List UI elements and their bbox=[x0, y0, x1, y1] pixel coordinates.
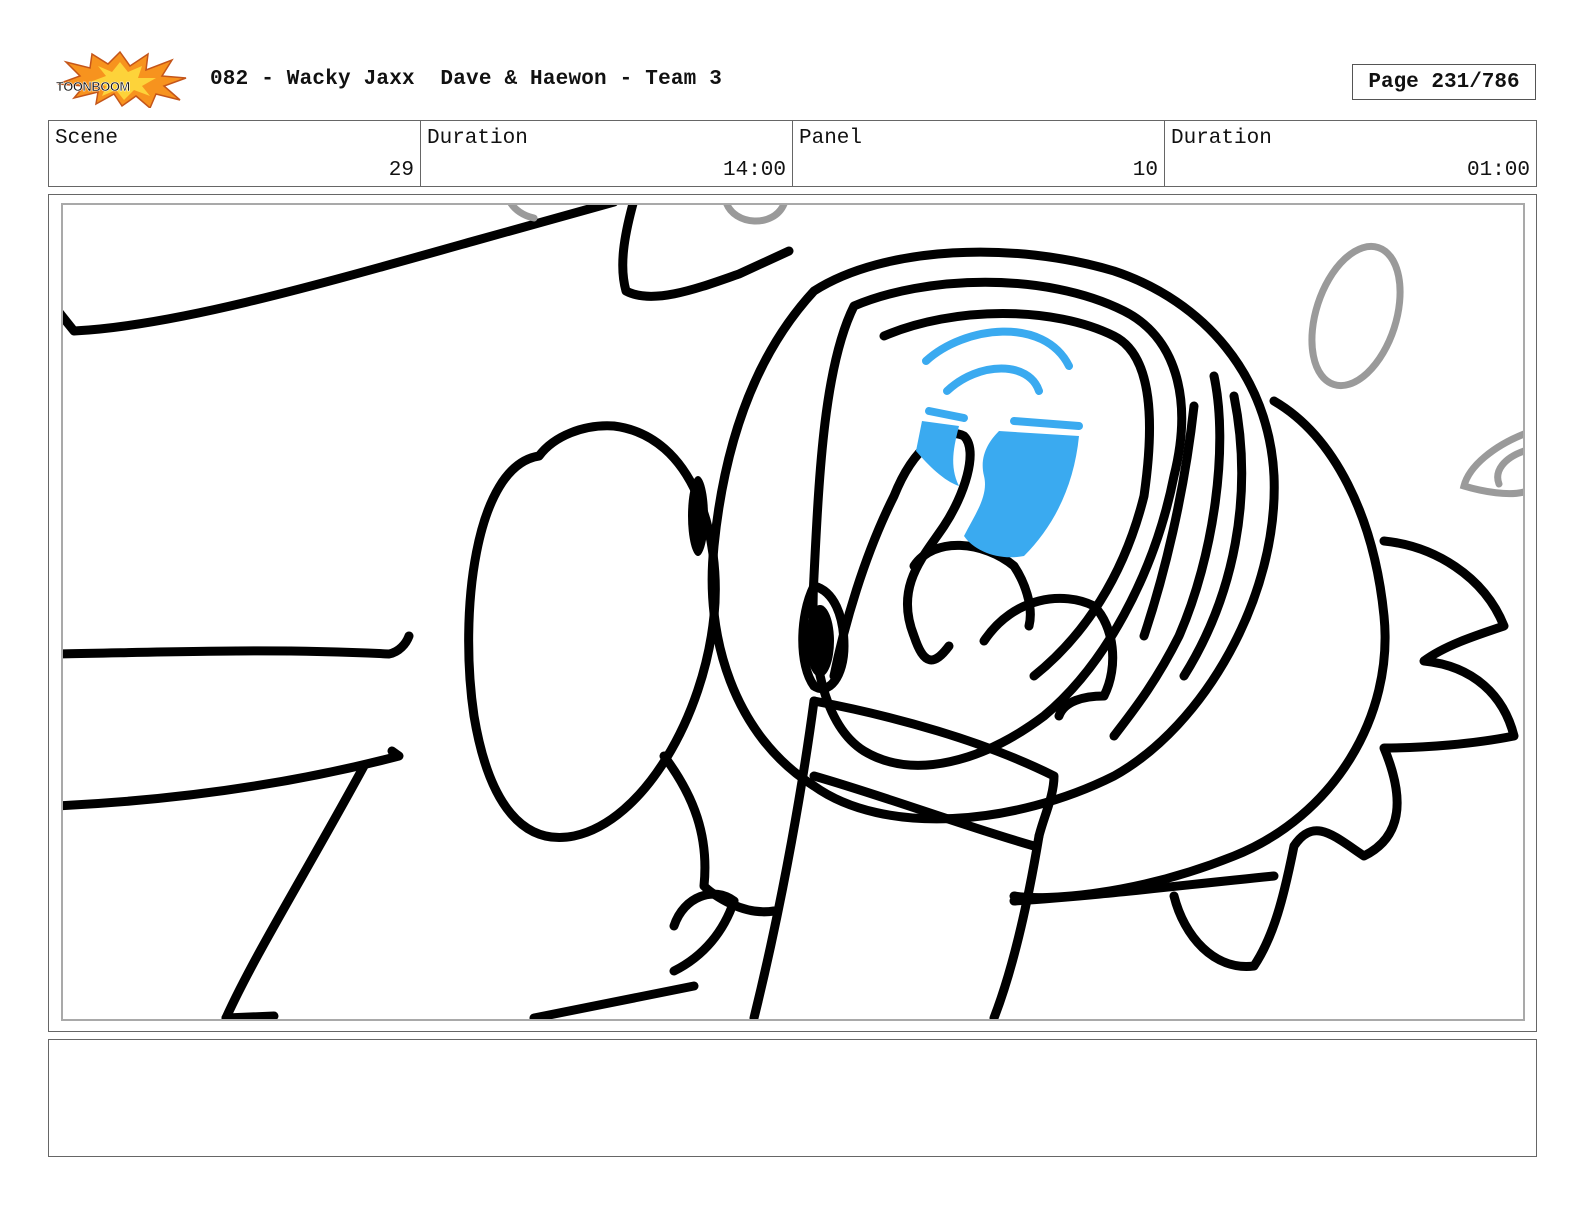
sketch-bottom-edge bbox=[529, 981, 699, 1019]
scene-duration-value: 14:00 bbox=[722, 159, 786, 182]
sketch-forearm-right bbox=[989, 831, 1044, 1019]
sketch-blue-eye bbox=[964, 431, 1079, 558]
panel-label: Panel bbox=[799, 127, 863, 150]
scene-cell: Scene 29 bbox=[49, 121, 421, 186]
logo-text: TOONBOOM bbox=[56, 79, 130, 94]
sketch-dark-accent bbox=[688, 476, 708, 556]
scene-duration-label: Duration bbox=[427, 127, 528, 150]
sketch-arm-middle bbox=[63, 631, 414, 659]
panel-duration-label: Duration bbox=[1171, 127, 1272, 150]
sketch-arm-diagonal bbox=[221, 761, 369, 1019]
sketch-visor-arc bbox=[922, 327, 1073, 370]
sketch-dark-accent-2 bbox=[806, 605, 834, 677]
board-title: 082 - Wacky Jaxx Dave & Haewon - Team 3 bbox=[210, 68, 723, 91]
scene-label: Scene bbox=[55, 127, 119, 150]
sketch-lower-fingers bbox=[659, 751, 779, 917]
guide-ellipse-top bbox=[723, 205, 788, 225]
sketch-bottom-left-edge bbox=[221, 1011, 279, 1019]
toonboom-logo: TOONBOOM bbox=[52, 50, 188, 110]
storyboard-sketch bbox=[63, 205, 1523, 1019]
guide-ellipse-right bbox=[1308, 242, 1404, 390]
sketch-visor-arc-2 bbox=[943, 364, 1043, 395]
panel-notes-box bbox=[48, 1039, 1537, 1157]
sketch-eye-brow-left bbox=[925, 407, 968, 422]
scene-duration-cell: Duration 14:00 bbox=[421, 121, 793, 186]
page-indicator: Page 231/786 bbox=[1352, 64, 1536, 100]
sketch-forearm-left bbox=[749, 696, 819, 1019]
panel-drawing-frame bbox=[61, 203, 1525, 1021]
panel-duration-cell: Duration 01:00 bbox=[1165, 121, 1536, 186]
sketch-blue-eye-left bbox=[916, 421, 959, 486]
panel-cell: Panel 10 bbox=[793, 121, 1165, 186]
sketch-spike bbox=[1169, 536, 1519, 971]
panel-value: 10 bbox=[1132, 159, 1158, 182]
page-label: Page 231/786 bbox=[1368, 70, 1520, 94]
guide-swirl-right bbox=[1459, 430, 1523, 498]
panel-duration-value: 01:00 bbox=[1466, 159, 1530, 182]
sketch-eye-brow-right bbox=[1010, 417, 1083, 430]
scene-value: 29 bbox=[388, 159, 414, 182]
guide-swirl-right-2 bbox=[1494, 447, 1523, 488]
guide-ellipse-top-left bbox=[507, 205, 538, 222]
panel-info-row: Scene 29 Duration 14:00 Panel 10 Duratio… bbox=[48, 120, 1537, 187]
sketch-arm-top bbox=[63, 205, 618, 336]
storyboard-panel bbox=[48, 194, 1537, 1032]
